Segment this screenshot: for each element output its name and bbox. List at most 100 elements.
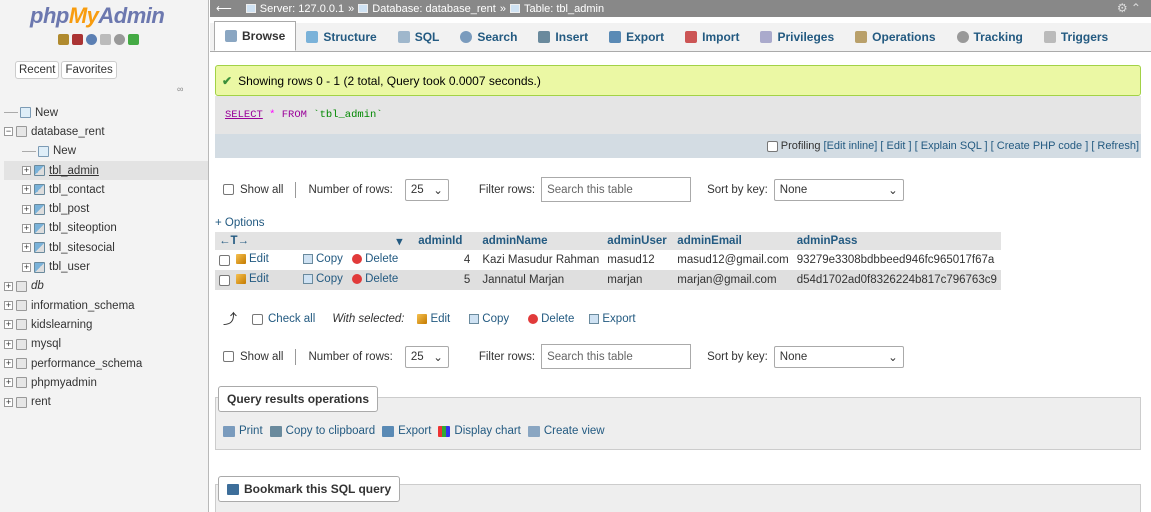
expand-toggle-icon[interactable]: + [4,378,13,388]
sidebar-item-phpmyadmin[interactable]: + phpmyadmin [4,373,208,392]
recent-button[interactable]: Recent [15,61,60,79]
breadcrumb-table[interactable]: Table: tbl_admin [524,3,604,15]
cell-adminpass[interactable]: 93279e3308bdbbeed946fc965017f67a [792,250,1001,270]
edit-row-button[interactable]: Edit [236,253,269,265]
cell-adminemail[interactable]: masud12@gmail.com [673,250,793,270]
tab-triggers[interactable]: Triggers [1034,22,1119,51]
cell-adminpass[interactable]: d54d1702ad0f8326224b817c796763c9 [792,270,1001,290]
check-all-label[interactable]: Check all [268,313,315,325]
cell-adminid[interactable]: 5 [402,270,479,290]
sidebar-item-tbl_admin[interactable]: + tbl_admin [4,160,208,181]
tab-structure[interactable]: Structure [296,22,387,51]
bulk-edit-button[interactable]: Edit [417,313,450,325]
show-all-checkbox[interactable] [223,184,234,195]
cell-adminuser[interactable]: masud12 [603,250,674,270]
options-link[interactable]: + Options [215,217,265,229]
expand-toggle-icon[interactable]: − [4,127,13,137]
bulk-delete-button[interactable]: Delete [528,313,574,325]
tab-sql[interactable]: SQL [388,22,451,51]
sql-select-keyword[interactable]: SELECT [225,109,263,121]
docs-icon[interactable] [100,34,111,45]
expand-toggle-icon[interactable]: + [22,204,31,214]
expand-toggle-icon[interactable]: + [22,185,31,195]
sidebar-item-mysql[interactable]: + mysql [4,335,208,354]
sidebar-item-tbl_sitesocial[interactable]: + tbl_sitesocial [4,238,208,257]
sidebar-item-database_rent[interactable]: − database_rent [4,122,208,141]
settings-icon[interactable] [114,34,125,45]
sidebar-item-tbl_siteoption[interactable]: + tbl_siteoption [4,219,208,238]
rows-select[interactable]: 25 ⌄ [404,178,449,201]
tab-insert[interactable]: Insert [528,22,599,51]
col-header-adminname[interactable]: adminName [478,232,604,250]
sidebar-item-performance_schema[interactable]: + performance_schema [4,354,208,373]
rows-select[interactable]: 25 ⌄ [404,345,449,368]
copy-row-button[interactable]: Copy [303,273,343,285]
tab-search[interactable]: Search [450,22,528,51]
expand-toggle-icon[interactable]: + [22,262,31,272]
sidebar-item-tbl_post[interactable]: + tbl_post [4,199,208,218]
tab-operations[interactable]: Operations [845,22,946,51]
link-with-main-panel-icon[interactable]: ∞ [177,84,183,94]
cell-adminemail[interactable]: marjan@gmail.com [673,270,793,290]
cell-adminname[interactable]: Kazi Masudur Rahman [478,250,604,270]
row-checkbox[interactable] [219,275,230,287]
sidebar-item-db[interactable]: + db [4,277,208,296]
breadcrumb-database[interactable]: Database: database_rent [372,3,496,15]
sidebar-item-tbl_contact[interactable]: + tbl_contact [4,180,208,199]
filter-rows-input[interactable]: Search this table [541,177,692,202]
phpmyadmin-logo[interactable]: phpMyAdmin [30,3,165,29]
expand-toggle-icon[interactable]: + [4,397,13,407]
filter-rows-input[interactable]: Search this table [541,344,692,369]
table-row[interactable]: Edit Copy Delete 4 Kazi Masudur Rahman masud… [215,250,1001,270]
col-header-adminid[interactable]: adminId [402,232,479,250]
column-arrows-header[interactable]: ←T→ [215,232,299,250]
query-action-links[interactable]: [Edit inline] [ Edit ] [ Explain SQL ] [… [824,140,1139,152]
row-checkbox[interactable] [219,255,230,267]
expand-toggle-icon[interactable]: + [4,301,13,311]
sidebar-item-new[interactable]: New [4,103,208,122]
edit-row-button[interactable]: Edit [236,273,269,285]
sidebar-item-information_schema[interactable]: + information_schema [4,296,208,315]
check-all-checkbox[interactable] [252,313,263,325]
expand-toggle-icon[interactable]: + [4,320,13,330]
table-row[interactable]: Edit Copy Delete 5 Jannatul Marjan marjan mar… [215,270,1001,290]
sidebar-item-kidslearning[interactable]: + kidslearning [4,315,208,334]
col-header-adminpass[interactable]: adminPass [792,232,1001,250]
export-link[interactable]: Export [398,425,431,437]
expand-toggle-icon[interactable]: + [4,339,13,349]
sidebar-item-tbl_user[interactable]: + tbl_user [4,257,208,276]
tab-tracking[interactable]: Tracking [947,22,1034,51]
copy-row-button[interactable]: Copy [303,253,343,265]
display-chart-link[interactable]: Display chart [454,425,520,437]
delete-row-button[interactable]: Delete [352,253,398,265]
show-all-checkbox[interactable] [223,351,234,362]
sort-by-key-select[interactable]: None ⌄ [773,345,904,368]
bookmark-sql-query-toggle[interactable]: Bookmark this SQL query [218,476,401,502]
settings-gear-icon[interactable]: ⚙ ⌃ [1117,1,1141,15]
delete-row-button[interactable]: Delete [352,273,398,285]
sort-by-key-select[interactable]: None ⌄ [773,178,904,201]
tab-import[interactable]: Import [675,22,750,51]
reload-icon[interactable] [128,34,139,45]
col-header-adminuser[interactable]: adminUser [603,232,674,250]
copy-to-clipboard-link[interactable]: Copy to clipboard [286,425,376,437]
home-icon[interactable] [58,34,69,45]
expand-toggle-icon[interactable]: + [22,243,31,253]
profiling-checkbox[interactable] [766,140,778,152]
cell-adminname[interactable]: Jannatul Marjan [478,270,604,290]
expand-toggle-icon[interactable]: + [4,359,13,368]
logout-icon[interactable] [72,34,83,45]
help-icon[interactable] [86,34,97,45]
tab-browse[interactable]: Browse [214,21,297,51]
sidebar-item-rent[interactable]: + rent [4,392,208,411]
create-view-link[interactable]: Create view [544,425,605,437]
favorites-button[interactable]: Favorites [61,61,117,79]
expand-toggle-icon[interactable]: + [22,166,31,176]
tab-export[interactable]: Export [599,22,675,51]
sidebar-item-new[interactable]: New [4,142,208,161]
cell-adminuser[interactable]: marjan [603,270,674,290]
expand-toggle-icon[interactable]: + [4,281,13,291]
col-header-adminemail[interactable]: adminEmail [673,232,793,250]
bulk-export-button[interactable]: Export [589,313,636,325]
expand-toggle-icon[interactable]: + [22,223,31,233]
